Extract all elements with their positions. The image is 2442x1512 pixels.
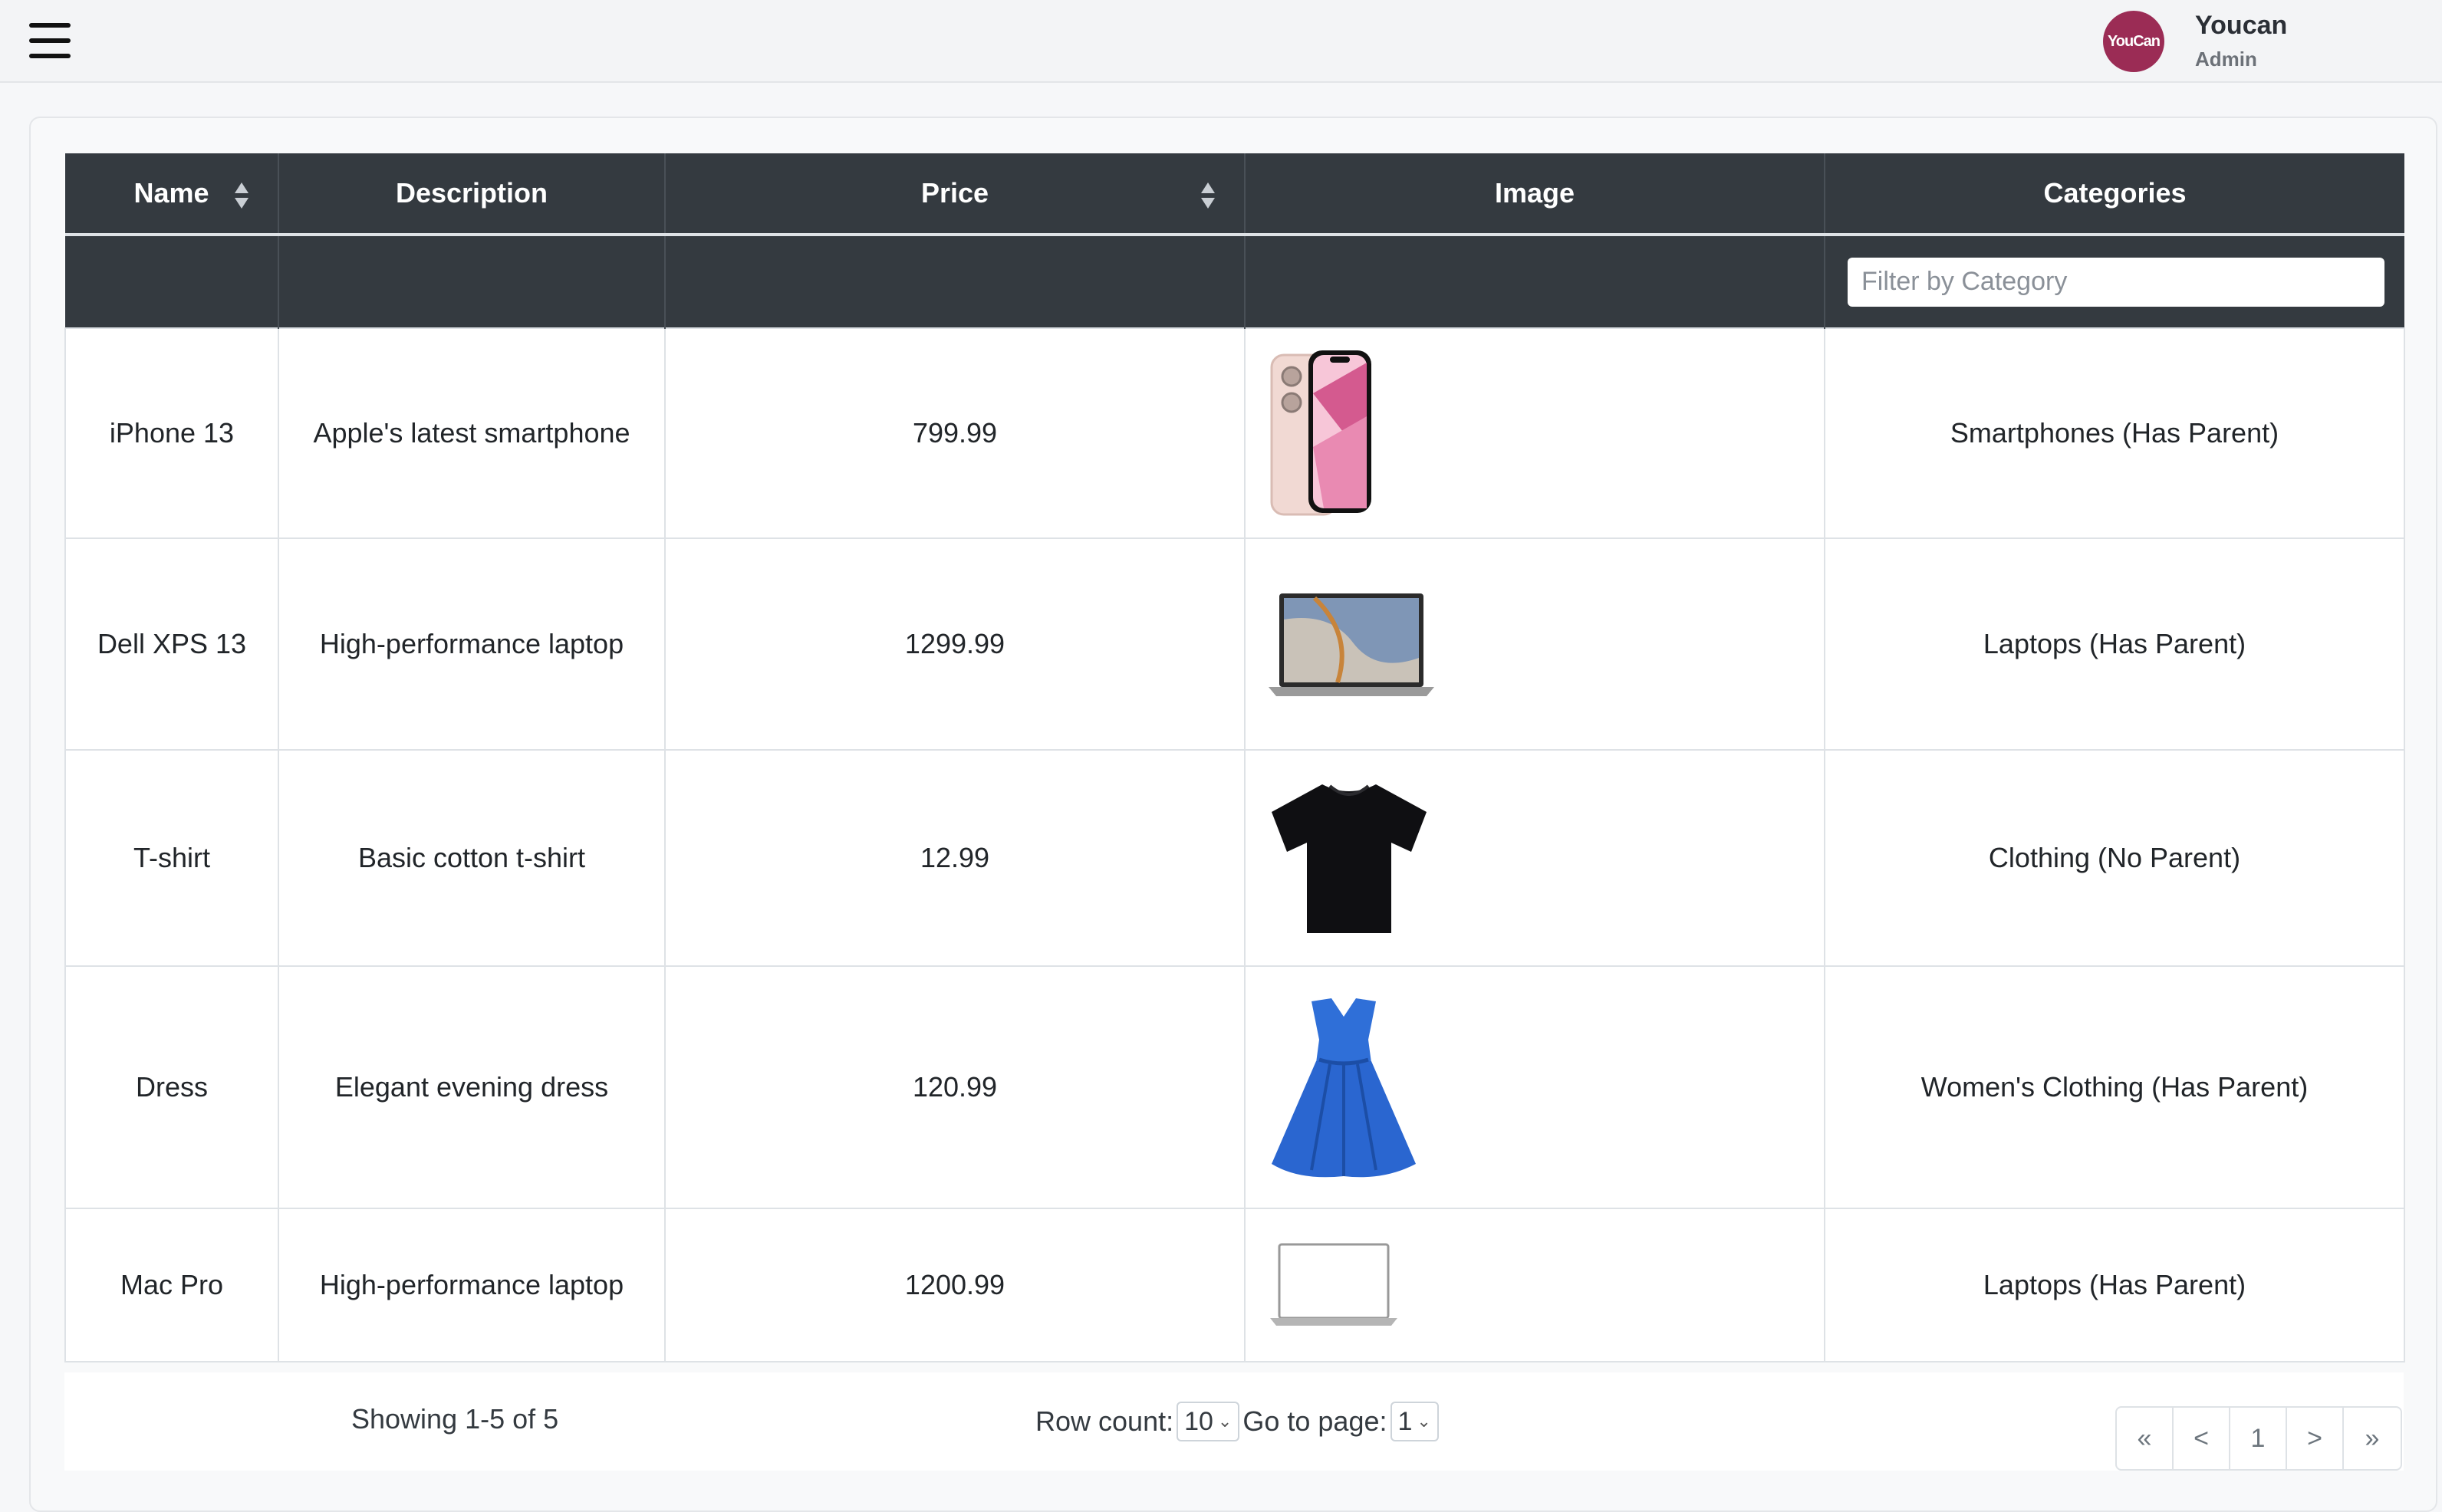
tshirt-image (1272, 784, 1427, 933)
iphone-image (1270, 350, 1371, 516)
cell-name: Mac Pro (64, 1208, 279, 1362)
pagination: « < 1 > » (2115, 1406, 2402, 1471)
column-header-name[interactable]: Name (65, 153, 279, 236)
cell-category: Clothing (No Parent) (1824, 749, 2405, 967)
cell-image (1244, 965, 1825, 1209)
filter-cell (1825, 235, 2404, 328)
cell-name: Dell XPS 13 (64, 537, 279, 751)
table-row: T-shirt Basic cotton t-shirt 12.99 Cloth… (64, 749, 2405, 967)
cell-category: Women's Clothing (Has Parent) (1824, 965, 2405, 1209)
row-count-controls: Row count: 10 ⌄ Go to page: 1 ⌄ (1035, 1402, 1442, 1441)
products-table: Name Description Price Image Categories … (64, 153, 2405, 1362)
table-footer: Showing 1-5 of 5 Row count: 10 ⌄ Go to pa… (64, 1372, 2404, 1471)
showing-text: Showing 1-5 of 5 (351, 1403, 559, 1435)
column-label: Name (133, 177, 209, 209)
row-count-select[interactable]: 10 ⌄ (1177, 1402, 1240, 1441)
cell-price: 1299.99 (664, 537, 1246, 751)
cell-price: 799.99 (664, 327, 1246, 539)
next-page-button[interactable]: > (2287, 1408, 2344, 1469)
filter-cell (665, 235, 1246, 328)
cell-name: iPhone 13 (64, 327, 279, 539)
chevron-down-icon: ⌄ (1217, 1412, 1233, 1431)
column-header-price[interactable]: Price (665, 153, 1246, 236)
menu-icon[interactable] (29, 23, 71, 58)
cell-category: Laptops (Has Parent) (1824, 1208, 2405, 1362)
sort-icon[interactable] (235, 182, 248, 209)
table-row: iPhone 13 Apple's latest smartphone 799.… (64, 327, 2405, 539)
filter-cell (65, 235, 279, 328)
page-1-button[interactable]: 1 (2230, 1408, 2287, 1469)
column-label: Price (920, 177, 989, 209)
column-label: Categories (2043, 177, 2187, 209)
column-header-categories: Categories (1825, 153, 2404, 236)
column-label: Description (395, 177, 548, 209)
column-label: Image (1494, 177, 1575, 209)
cell-image (1244, 537, 1825, 751)
cell-image (1244, 1208, 1825, 1362)
cell-category: Laptops (Has Parent) (1824, 537, 2405, 751)
row-count-value: 10 (1184, 1406, 1213, 1436)
cell-image (1244, 327, 1825, 539)
filter-cell (278, 235, 666, 328)
first-page-button[interactable]: « (2117, 1408, 2174, 1469)
filter-cell (1245, 235, 1825, 328)
cell-description: High-performance laptop (278, 537, 666, 751)
goto-page-value: 1 (1397, 1406, 1413, 1436)
goto-page-label: Go to page: (1242, 1405, 1387, 1437)
sort-icon[interactable] (1201, 182, 1215, 209)
cell-name: T-shirt (64, 749, 279, 967)
column-header-description: Description (278, 153, 666, 236)
user-name: Youcan (2195, 11, 2288, 40)
macbook-image (1270, 1243, 1397, 1326)
cell-image (1244, 749, 1825, 967)
user-role: Admin (2195, 48, 2257, 71)
cell-description: Elegant evening dress (278, 965, 666, 1209)
chevron-down-icon: ⌄ (1417, 1412, 1431, 1431)
cell-price: 1200.99 (664, 1208, 1246, 1362)
avatar[interactable]: YouCan (2103, 11, 2164, 72)
dress-image (1272, 998, 1416, 1178)
top-bar: YouCan Youcan Admin (0, 0, 2442, 83)
prev-page-button[interactable]: < (2174, 1408, 2230, 1469)
cell-price: 12.99 (664, 749, 1246, 967)
table-row: Mac Pro High-performance laptop 1200.99 … (64, 1208, 2405, 1362)
category-filter-input[interactable] (1848, 257, 2384, 307)
last-page-button[interactable]: » (2344, 1408, 2401, 1469)
table-row: Dell XPS 13 High-performance laptop 1299… (64, 537, 2405, 751)
row-count-label: Row count: (1035, 1405, 1174, 1437)
cell-category: Smartphones (Has Parent) (1824, 327, 2405, 539)
cell-description: Basic cotton t-shirt (278, 749, 666, 967)
cell-description: Apple's latest smartphone (278, 327, 666, 539)
table-row: Dress Elegant evening dress 120.99 Women… (64, 965, 2405, 1209)
laptop-image (1269, 593, 1434, 696)
cell-name: Dress (64, 965, 279, 1209)
cell-price: 120.99 (664, 965, 1246, 1209)
goto-page-select[interactable]: 1 ⌄ (1390, 1402, 1439, 1441)
cell-description: High-performance laptop (278, 1208, 666, 1362)
column-header-image: Image (1245, 153, 1825, 236)
